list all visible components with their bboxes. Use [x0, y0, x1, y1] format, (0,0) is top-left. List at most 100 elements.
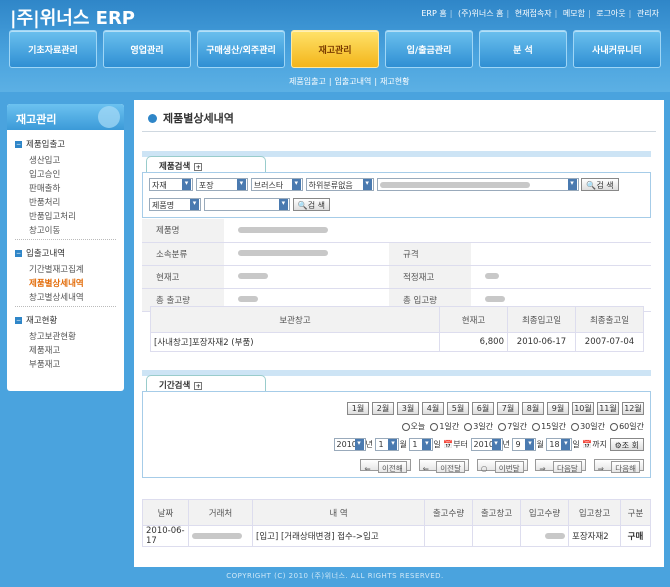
from-day-select[interactable]: 1 — [409, 438, 434, 451]
sidebar-item[interactable]: 제품재고 — [7, 342, 124, 356]
link-company-home[interactable]: (주)위너스 홈 — [458, 9, 504, 18]
month-button[interactable]: 1월 — [347, 402, 369, 415]
header: |주|위너스 ERP ERP 홈 | (주)위너스 홈 | 현재접속자 | 메모함 | … — [0, 0, 670, 92]
minus-icon: − — [15, 316, 22, 324]
submenu-inout[interactable]: 제품입출고 — [289, 77, 326, 86]
storage-table: 보관창고 현재고 최종입고일 최종출고일 [사내창고]포장자재2 (부품) 6,… — [150, 306, 644, 352]
submenu-history[interactable]: 입출고내역 — [335, 77, 372, 86]
to-month-select[interactable]: 9 — [512, 438, 537, 451]
sidebar-item[interactable]: 생산입고 — [7, 152, 124, 166]
submenu: 제품입출고 | 입출고내역 | 재고현황 — [289, 77, 410, 86]
redacted-value — [545, 532, 565, 539]
month-button[interactable]: 9월 — [547, 402, 569, 415]
sidebar-item[interactable]: 반품처리 — [7, 194, 124, 208]
radio-button[interactable] — [532, 422, 541, 431]
menu-community[interactable]: 사내커뮤니티 — [573, 30, 661, 68]
label-proper-stock: 적정재고 — [389, 265, 471, 289]
month-buttons: 1월 2월 3월 4월 5월 6월 7월 8월 9월 10월 11월 12월 — [344, 402, 644, 415]
col-detail: 내 역 — [252, 499, 425, 526]
radio-button[interactable] — [464, 422, 473, 431]
tab-product-search[interactable]: 제품검색 + — [146, 156, 266, 172]
sidebar-item[interactable]: 판매출하 — [7, 180, 124, 194]
menu-sales[interactable]: 영업관리 — [103, 30, 191, 68]
col-storage: 보관창고 — [150, 306, 440, 333]
tab-period-search[interactable]: 기간검색 + — [146, 375, 266, 391]
month-button[interactable]: 12월 — [622, 402, 644, 415]
table-row[interactable]: 2010-06-17 [입고] [거래상태변경] 접수->입고 포장자재2 구매 — [142, 525, 651, 547]
expand-icon: + — [194, 381, 203, 390]
calendar-icon[interactable]: 📅 — [582, 440, 592, 449]
next-year-button[interactable]: ⇒ 다음해 — [593, 459, 644, 473]
month-button[interactable]: 5월 — [447, 402, 469, 415]
title-divider — [142, 131, 656, 132]
link-erp-home[interactable]: ERP 홈 — [421, 9, 446, 18]
prev-month-button[interactable]: ⇐ 이전달 — [418, 459, 469, 473]
cell-type: 구매 — [620, 525, 651, 547]
search-button-2[interactable]: 🔍검 색 — [292, 198, 330, 211]
this-month-button[interactable]: ○ 이번달 — [476, 459, 528, 473]
redacted-value — [238, 226, 328, 233]
category-select-3[interactable]: 브러스타 — [250, 178, 303, 191]
sidebar-group-history[interactable]: − 입출고내역 — [7, 243, 124, 261]
month-button[interactable]: 7월 — [497, 402, 519, 415]
cell-in-storage: 포장자재2 — [568, 525, 621, 547]
main-panel: 제품별상세내역 제품검색+ 자재 포장 브러스타 하위분류없음 🔍검 색 제품명… — [134, 100, 664, 567]
sidebar-item[interactable]: 부품재고 — [7, 356, 124, 370]
sidebar-item[interactable]: 반품입고처리 — [7, 208, 124, 222]
product-select[interactable] — [376, 178, 579, 191]
menu-analysis[interactable]: 분 석 — [479, 30, 567, 68]
sidebar-item[interactable]: 창고별상세내역 — [7, 289, 124, 303]
redacted-value — [485, 296, 505, 302]
table-row[interactable]: [사내창고]포장자재2 (부품) 6,800 2010-06-17 2007-0… — [150, 332, 644, 352]
radio-button[interactable] — [498, 422, 507, 431]
radio-button[interactable] — [610, 422, 619, 431]
cell-storage: [사내창고]포장자재2 (부품) — [150, 332, 440, 352]
redacted-value — [238, 296, 258, 302]
category-select-1[interactable]: 자재 — [149, 178, 193, 191]
submenu-status[interactable]: 재고현황 — [380, 77, 409, 86]
month-button[interactable]: 4월 — [422, 402, 444, 415]
sidebar-item[interactable]: 입고승인 — [7, 166, 124, 180]
month-button[interactable]: 10월 — [572, 402, 594, 415]
menu-purchase[interactable]: 구매생산/외주관리 — [197, 30, 285, 68]
radio-button[interactable] — [430, 422, 439, 431]
month-button[interactable]: 2월 — [372, 402, 394, 415]
sidebar-item[interactable]: 창고이동 — [7, 222, 124, 236]
menu-cashflow[interactable]: 입/출금관리 — [385, 30, 473, 68]
next-month-button[interactable]: ⇒ 다음달 — [535, 459, 586, 473]
col-stock: 현재고 — [439, 306, 508, 333]
query-button[interactable]: ⚙조 회 — [609, 438, 644, 451]
label-category: 소속분류 — [142, 242, 224, 266]
month-button[interactable]: 11월 — [597, 402, 619, 415]
link-logout[interactable]: 로그아웃 — [596, 9, 625, 18]
category-select-4[interactable]: 하위분류없음 — [305, 178, 374, 191]
month-button[interactable]: 3월 — [397, 402, 419, 415]
search-input[interactable] — [203, 198, 290, 211]
search-field-select[interactable]: 제품명 — [149, 198, 201, 211]
prev-year-button[interactable]: ⇐ 이전해 — [360, 459, 411, 473]
link-current-users[interactable]: 현재접속자 — [515, 9, 552, 18]
category-select-2[interactable]: 포장 — [195, 178, 248, 191]
to-year-select[interactable]: 2010 — [470, 438, 503, 451]
cell-date: 2010-06-17 — [142, 525, 189, 547]
sidebar-item[interactable]: 창고보관현황 — [7, 328, 124, 342]
radio-button[interactable] — [401, 422, 410, 431]
menu-basic-data[interactable]: 기초자료관리 — [9, 30, 97, 68]
month-button[interactable]: 6월 — [472, 402, 494, 415]
sidebar-group-status[interactable]: − 재고현황 — [7, 310, 124, 328]
from-year-select[interactable]: 2010 — [333, 438, 366, 451]
search-button[interactable]: 🔍검 색 — [581, 178, 619, 191]
sidebar-item[interactable]: 기간별재고집계 — [7, 261, 124, 275]
divider — [15, 306, 116, 307]
calendar-icon[interactable]: 📅 — [443, 440, 453, 449]
radio-button[interactable] — [571, 422, 580, 431]
period-box: 1월 2월 3월 4월 5월 6월 7월 8월 9월 10월 11월 12월 오늘 1일간 3일간 7… — [142, 391, 651, 478]
sidebar-group-inout[interactable]: − 제품입출고 — [7, 134, 124, 152]
menu-inventory[interactable]: 재고관리 — [291, 30, 379, 68]
sidebar-item-active[interactable]: 제품별상세내역 — [7, 275, 124, 289]
link-admin[interactable]: 관리자 — [637, 9, 659, 18]
link-memo[interactable]: 메모함 — [563, 9, 585, 18]
to-day-select[interactable]: 18 — [546, 438, 573, 451]
month-button[interactable]: 8월 — [522, 402, 544, 415]
from-month-select[interactable]: 1 — [375, 438, 400, 451]
